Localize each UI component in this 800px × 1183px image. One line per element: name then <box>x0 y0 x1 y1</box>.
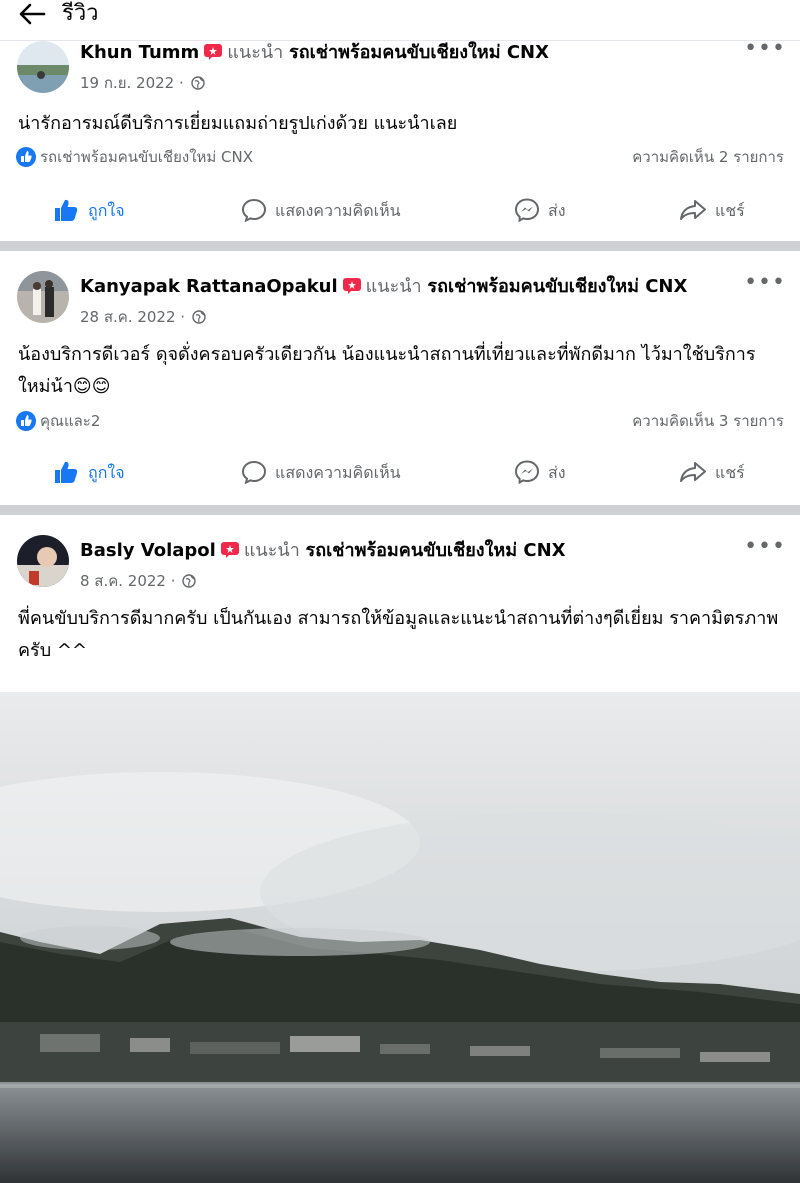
reaction-summary[interactable]: รถเช่าพร้อมคนขับเชียงใหม่ CNX <box>16 147 253 167</box>
author-name[interactable]: Kanyapak RattanaOpakul <box>80 276 338 297</box>
comment-count[interactable]: ความคิดเห็น 3 รายการ <box>632 411 784 431</box>
post-meta: 8 ส.ค. 2022 · <box>80 571 196 591</box>
recommends-label: แนะนำ <box>365 276 422 297</box>
share-label: แชร์ <box>715 201 745 220</box>
recommends-label: แนะนำ <box>243 540 300 561</box>
comment-button[interactable]: แสดงความคิดเห็น <box>241 460 401 485</box>
comment-count[interactable]: ความคิดเห็น 2 รายการ <box>632 147 784 167</box>
like-label: ถูกใจ <box>88 463 125 482</box>
post-date[interactable]: 28 ส.ค. 2022 · <box>80 308 185 326</box>
like-button[interactable]: ถูกใจ <box>54 460 125 485</box>
post-header: Basly Volapol แนะนำ รถเช่าพร้อมคนขับเชียง… <box>80 539 566 563</box>
share-button[interactable]: แชร์ <box>679 198 745 223</box>
share-label: แชร์ <box>715 463 745 482</box>
share-button[interactable]: แชร์ <box>679 460 745 485</box>
globe-icon <box>182 574 196 588</box>
comment-icon <box>241 460 267 485</box>
send-label: ส่ง <box>548 201 566 220</box>
send-button[interactable]: ส่ง <box>514 460 566 485</box>
comment-icon <box>241 198 267 223</box>
recommend-icon <box>204 44 223 60</box>
review-post: Kanyapak RattanaOpakul แนะนำ รถเช่าพร้อมค… <box>0 251 800 505</box>
comment-label: แสดงความคิดเห็น <box>275 463 401 482</box>
post-date[interactable]: 8 ส.ค. 2022 · <box>80 572 176 590</box>
back-arrow-icon[interactable] <box>16 2 48 26</box>
author-name[interactable]: Basly Volapol <box>80 540 216 561</box>
post-text: น่ารักอารมณ์ดีบริการเยี่ยมแถมถ่ายรูปเก่ง… <box>18 113 458 134</box>
reaction-names: คุณและ2 <box>40 412 101 430</box>
like-reaction-icon <box>16 147 36 167</box>
recommends-label: แนะนำ <box>227 42 284 63</box>
page-name-link[interactable]: รถเช่าพร้อมคนขับเชียงใหม่ CNX <box>306 540 566 561</box>
reaction-names: รถเช่าพร้อมคนขับเชียงใหม่ CNX <box>40 148 254 166</box>
recommend-icon <box>220 542 239 558</box>
post-text: น้องบริการดีเวอร์ ดุจดั่งครอบครัวเดียวกั… <box>18 344 756 397</box>
post-separator <box>0 241 800 251</box>
globe-icon <box>190 76 205 90</box>
page-name-link[interactable]: รถเช่าพร้อมคนขับเชียงใหม่ CNX <box>427 276 687 297</box>
top-bar: รีวิว <box>0 0 800 41</box>
like-icon <box>55 199 78 221</box>
post-text: พี่คนขับบริการดีมากครับ เป็นกันเอง สามาร… <box>18 608 779 661</box>
post-meta: 19 ก.ย. 2022 · <box>80 73 205 93</box>
messenger-icon <box>514 460 540 485</box>
author-name[interactable]: Khun Tumm <box>80 42 199 63</box>
more-options-icon[interactable]: ••• <box>744 536 786 558</box>
share-icon <box>680 200 706 220</box>
more-options-icon[interactable]: ••• <box>744 272 786 294</box>
post-meta: 28 ส.ค. 2022 · <box>80 307 206 327</box>
like-label: ถูกใจ <box>88 201 125 220</box>
send-label: ส่ง <box>548 463 566 482</box>
like-button[interactable]: ถูกใจ <box>54 198 125 223</box>
more-options-icon[interactable]: ••• <box>744 38 786 60</box>
messenger-icon <box>514 198 540 223</box>
post-header: Khun Tumm แนะนำ รถเช่าพร้อมคนขับเชียงใหม่… <box>80 41 549 65</box>
like-icon <box>55 461 78 483</box>
recommend-icon <box>342 278 361 294</box>
avatar[interactable] <box>17 271 69 323</box>
post-date[interactable]: 19 ก.ย. 2022 · <box>80 74 184 92</box>
post-separator <box>0 505 800 515</box>
page-name-link[interactable]: รถเช่าพร้อมคนขับเชียงใหม่ CNX <box>289 42 549 63</box>
page-title: รีวิว <box>62 1 99 26</box>
send-button[interactable]: ส่ง <box>514 198 566 223</box>
post-photo[interactable] <box>0 692 800 1183</box>
like-reaction-icon <box>16 411 36 431</box>
reaction-summary[interactable]: คุณและ2 <box>16 411 100 431</box>
avatar[interactable] <box>17 535 69 587</box>
post-header: Kanyapak RattanaOpakul แนะนำ รถเช่าพร้อมค… <box>80 275 687 299</box>
globe-icon <box>192 310 206 324</box>
share-icon <box>680 462 706 482</box>
comment-label: แสดงความคิดเห็น <box>275 201 401 220</box>
comment-button[interactable]: แสดงความคิดเห็น <box>241 198 401 223</box>
avatar[interactable] <box>17 41 69 93</box>
review-post: Khun Tumm แนะนำ รถเช่าพร้อมคนขับเชียงใหม่… <box>0 38 800 241</box>
